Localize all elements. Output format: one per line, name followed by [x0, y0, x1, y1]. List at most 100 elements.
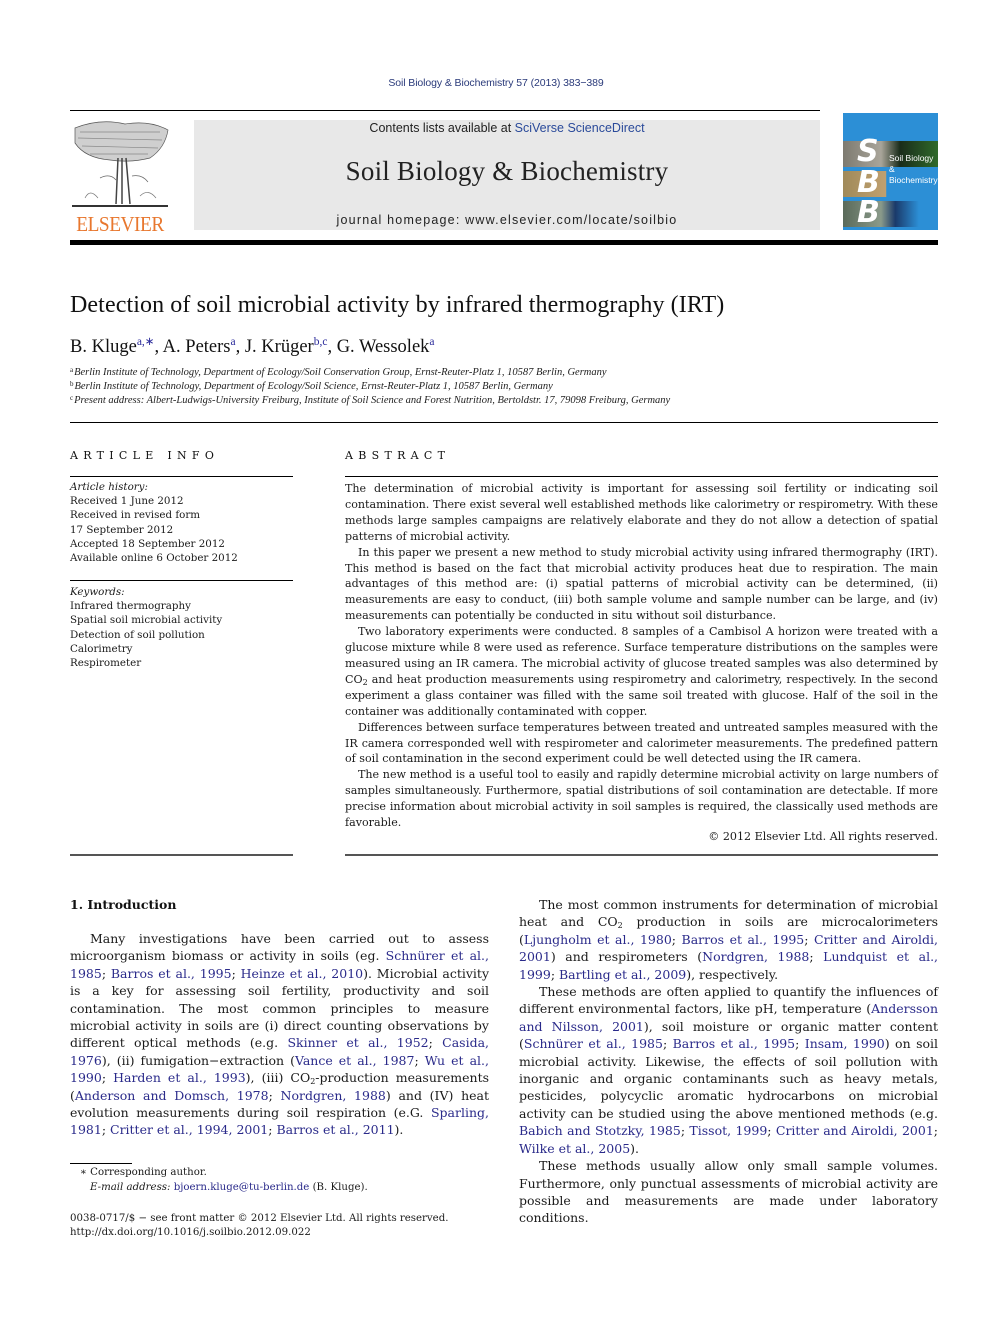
citation-link[interactable]: Babich and Stotzky, 1985 — [519, 1123, 681, 1138]
cover-letter: B — [857, 165, 880, 200]
sciencedirect-link[interactable]: SciVerse ScienceDirect — [515, 121, 645, 135]
text-run: ; — [550, 966, 559, 982]
affiliation: bBerlin Institute of Technology, Departm… — [70, 380, 553, 392]
citation-link[interactable]: Wilke et al., 2005 — [519, 1141, 630, 1156]
text-run: ). — [394, 1122, 404, 1138]
citation-link[interactable]: Critter and Airoldi, 2001 — [776, 1123, 934, 1138]
affiliation-text: Present address: Albert-Ludwigs-Universi… — [74, 395, 671, 406]
abstract-paragraph: Two laboratory experiments were conducte… — [345, 624, 938, 719]
citation-link[interactable]: Nordgren, 1988 — [702, 949, 809, 964]
journal-homepage[interactable]: journal homepage: www.elsevier.com/locat… — [194, 213, 820, 227]
cover-letter: B — [857, 195, 880, 230]
citation-link[interactable]: Nordgren, 1988 — [281, 1088, 386, 1103]
author-name: J. Krüger — [244, 337, 314, 357]
citation-link[interactable]: Barros et al., 1995 — [111, 966, 232, 981]
elsevier-logo[interactable]: ELSEVIER — [70, 118, 170, 236]
abstract-paragraph: Differences between surface temperatures… — [345, 720, 938, 766]
text-run: ), (iii) CO — [245, 1070, 311, 1086]
citation-link[interactable]: Barros et al., 1995 — [673, 1036, 796, 1051]
affiliations-rule — [70, 422, 938, 423]
citation-link[interactable]: Insam, 1990 — [805, 1036, 885, 1051]
separator: , — [154, 337, 163, 357]
footnote-rule — [70, 1163, 132, 1164]
cover-title-line: Biochemistry — [889, 175, 938, 185]
history-item: Available online 6 October 2012 — [70, 552, 238, 565]
author-affil-mark[interactable]: b,c — [314, 336, 328, 348]
text-run: ). — [630, 1140, 640, 1156]
text-run: ; — [231, 965, 241, 981]
keywords: Keywords: Infrared thermography Spatial … — [70, 585, 222, 670]
text-run: ), (ii) fumigation−extraction ( — [101, 1052, 295, 1068]
elsevier-wordmark: ELSEVIER — [76, 212, 164, 236]
header-rule — [70, 110, 820, 111]
doi-link[interactable]: http://dx.doi.org/10.1016/j.soilbio.2012… — [70, 1226, 311, 1240]
abstract-paragraph: The new method is a useful tool to easil… — [345, 768, 938, 830]
citation-link[interactable]: Barros et al., 1995 — [682, 932, 805, 947]
journal-cover[interactable]: S B B Soil Biology & Biochemistry — [843, 113, 938, 230]
citation-link[interactable]: Barros et al., 2011 — [276, 1122, 394, 1137]
history-label: Article history: — [70, 481, 148, 493]
corresponding-author-note: ∗ Corresponding author. — [80, 1167, 207, 1178]
text-run: ; — [428, 1035, 443, 1051]
body-column-left: Many investigations have been carried ou… — [70, 930, 489, 1139]
article-title: Detection of soil microbial activity by … — [70, 292, 725, 318]
text-run: and heat production measurements using r… — [345, 672, 938, 718]
article-info-heading: ARTICLE INFO — [70, 449, 220, 462]
separator: , — [327, 337, 337, 357]
journal-title: Soil Biology & Biochemistry — [345, 156, 669, 186]
text-run: ; — [804, 931, 814, 947]
citation-link[interactable]: Ljungholm et al., 1980 — [524, 932, 672, 947]
article-info-rule — [70, 580, 293, 581]
citation-link[interactable]: Anderson and Domsch, 1978 — [75, 1088, 269, 1103]
author[interactable]: A. Petersa — [162, 336, 236, 357]
text-run: ; — [101, 1070, 114, 1086]
author-name: G. Wessolek — [336, 337, 430, 357]
author[interactable]: G. Wessoleka — [336, 336, 435, 357]
abstract-copyright: © 2012 Elsevier Ltd. All rights reserved… — [708, 830, 938, 843]
contents-prefix: Contents lists available at — [369, 121, 515, 135]
text-run: ; — [414, 1052, 425, 1068]
keyword: Infrared thermography — [70, 600, 191, 613]
text-run: ; — [795, 1036, 805, 1052]
history-item: Received in revised form — [70, 509, 201, 522]
citation-link[interactable]: Heinze et al., 2010 — [241, 966, 363, 981]
author-affil-mark[interactable]: a — [429, 336, 434, 348]
citation-link[interactable]: Skinner et al., 1952 — [287, 1035, 428, 1050]
affiliation-mark: b — [70, 380, 74, 388]
text-run: ; — [671, 931, 682, 947]
citation-link[interactable]: Bartling et al., 2009 — [559, 967, 686, 982]
email-note: E-mail address: bjoern.kluge@tu-berlin.d… — [90, 1181, 368, 1195]
author[interactable]: B. Klugea,∗ — [70, 336, 155, 357]
citation-link[interactable]: Schnürer et al., 1985 — [524, 1036, 663, 1051]
abstract-paragraph: In this paper we present a new method to… — [345, 545, 938, 623]
body-paragraph: These methods are often applied to quant… — [519, 983, 938, 1157]
email-label: E-mail address: — [90, 1182, 174, 1193]
keyword: Spatial soil microbial activity — [70, 614, 223, 627]
masthead-rule — [70, 240, 938, 245]
affiliation-mark: c — [70, 394, 74, 402]
author[interactable]: J. Krügerb,c — [244, 336, 328, 357]
cover-title-line: Soil Biology & — [889, 153, 934, 174]
section-heading-introduction: 1. Introduction — [70, 897, 177, 912]
text-run: ; — [662, 1036, 673, 1052]
text-run: ; — [933, 1123, 938, 1139]
issn-line: 0038-0717/$ − see front matter © 2012 El… — [70, 1213, 449, 1224]
author-list: B. Klugea,∗, A. Petersa, J. Krügerb,c, G… — [70, 334, 435, 358]
citation-link[interactable]: Vance et al., 1987 — [295, 1053, 415, 1068]
text-run: ; — [767, 1123, 776, 1139]
author-affil-mark[interactable]: a,∗ — [137, 336, 155, 348]
cover-title: Soil Biology & Biochemistry — [889, 153, 938, 186]
citation-link[interactable]: Tissot, 1999 — [689, 1123, 767, 1138]
citation-link[interactable]: Critter et al., 1994, 2001 — [110, 1122, 268, 1137]
affiliation: cPresent address: Albert-Ludwigs-Univers… — [70, 394, 670, 406]
author-name: A. Peters — [162, 337, 231, 357]
affiliation-mark: a — [70, 366, 74, 374]
abstract-bottom-rule — [345, 854, 938, 856]
citation-link[interactable]: Harden et al., 1993 — [113, 1070, 246, 1085]
text-run: ; — [268, 1087, 281, 1103]
elsevier-tree-icon — [70, 118, 170, 212]
text-run: ; — [809, 949, 824, 965]
email-link[interactable]: bjoern.kluge@tu-berlin.de — [174, 1182, 310, 1193]
cover-letter: S — [857, 134, 879, 169]
running-head[interactable]: Soil Biology & Biochemistry 57 (2013) 38… — [0, 77, 992, 89]
